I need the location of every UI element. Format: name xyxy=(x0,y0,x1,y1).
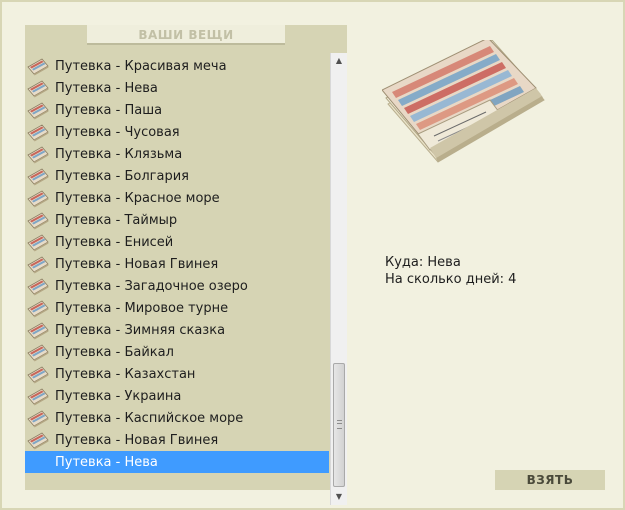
ticket-icon xyxy=(27,432,49,450)
inventory-scrollbar[interactable]: ▲ ▼ xyxy=(330,53,347,505)
list-item-label: Путевка - Таймыр xyxy=(55,212,178,228)
list-item-label: Путевка - Байкал xyxy=(55,344,174,360)
ticket-icon xyxy=(27,344,49,362)
list-item-label: Путевка - Казахстан xyxy=(55,366,196,382)
list-item[interactable]: Путевка - Красивая меча xyxy=(25,55,329,77)
list-item[interactable]: Путевка - Новая Гвинея xyxy=(25,429,329,451)
list-item-label: Путевка - Новая Гвинея xyxy=(55,256,219,272)
list-item-label: Путевка - Красивая меча xyxy=(55,58,227,74)
list-item-label: Путевка - Паша xyxy=(55,102,163,118)
list-item[interactable]: Путевка - Таймыр xyxy=(25,209,329,231)
destination-label: Куда: Нева xyxy=(385,255,461,270)
ticket-icon xyxy=(27,146,49,164)
list-item[interactable]: Путевка - Каспийское море xyxy=(25,407,329,429)
list-item-label: Путевка - Каспийское море xyxy=(55,410,244,426)
list-item[interactable]: Путевка - Нева xyxy=(25,77,329,99)
scroll-thumb[interactable] xyxy=(333,363,345,487)
list-item-label: Путевка - Новая Гвинея xyxy=(55,432,219,448)
list-item[interactable]: Путевка - Новая Гвинея xyxy=(25,253,329,275)
list-item-label: Путевка - Нева xyxy=(55,80,158,96)
inventory-header: ВАШИ ВЕЩИ xyxy=(87,25,285,45)
inventory-list: Путевка - Красивая меча Путевка - Нева Пут… xyxy=(25,55,329,474)
ticket-icon xyxy=(27,80,49,98)
list-item-label: Путевка - Нева xyxy=(55,454,158,470)
take-button[interactable]: ВЗЯТЬ xyxy=(495,470,605,490)
list-item[interactable]: Путевка - Казахстан xyxy=(25,363,329,385)
list-item[interactable]: Путевка - Зимняя сказка xyxy=(25,319,329,341)
list-item[interactable]: Путевка - Нева xyxy=(25,451,329,473)
list-item-label: Путевка - Чусовая xyxy=(55,124,180,140)
list-item[interactable]: Путевка - Загадочное озеро xyxy=(25,275,329,297)
list-item-label: Путевка - Зимняя сказка xyxy=(55,322,226,338)
scroll-down-arrow-icon[interactable]: ▼ xyxy=(331,489,347,505)
ticket-icon xyxy=(27,388,49,406)
inventory-panel: ВАШИ ВЕЩИ Путевка - Красивая меча Путевка… xyxy=(25,25,347,505)
list-item-label: Путевка - Красное море xyxy=(55,190,220,206)
list-item[interactable]: Путевка - Байкал xyxy=(25,341,329,363)
list-item[interactable]: Путевка - Красное море xyxy=(25,187,329,209)
list-item[interactable]: Путевка - Клязьма xyxy=(25,143,329,165)
ticket-icon xyxy=(27,410,49,428)
list-item[interactable]: Путевка - Енисей xyxy=(25,231,329,253)
list-item-label: Путевка - Болгария xyxy=(55,168,189,184)
ticket-icon xyxy=(27,168,49,186)
ticket-icon xyxy=(27,366,49,384)
list-item-label: Путевка - Загадочное озеро xyxy=(55,278,248,294)
ticket-icon xyxy=(27,322,49,340)
list-item[interactable]: Путевка - Паша xyxy=(25,99,329,121)
ticket-icon xyxy=(27,102,49,120)
list-item-label: Путевка - Клязьма xyxy=(55,146,183,162)
ticket-icon xyxy=(27,190,49,208)
ticket-bundle-image xyxy=(382,40,545,163)
scroll-up-arrow-icon[interactable]: ▲ xyxy=(331,53,347,69)
ticket-icon xyxy=(27,234,49,252)
list-item-label: Путевка - Украина xyxy=(55,388,182,404)
list-item[interactable]: Путевка - Украина xyxy=(25,385,329,407)
ticket-icon xyxy=(27,278,49,296)
days-label: На сколько дней: 4 xyxy=(385,272,517,287)
inventory-window: ВАШИ ВЕЩИ Путевка - Красивая меча Путевка… xyxy=(0,0,625,510)
ticket-icon xyxy=(27,212,49,230)
item-details: Куда: Нева На сколько дней: 4 xyxy=(385,254,516,288)
list-item-label: Путевка - Енисей xyxy=(55,234,174,250)
list-item-label: Путевка - Мировое турне xyxy=(55,300,229,316)
list-item[interactable]: Путевка - Мировое турне xyxy=(25,297,329,319)
ticket-icon xyxy=(27,300,49,318)
ticket-icon xyxy=(27,124,49,142)
ticket-icon xyxy=(27,256,49,274)
grip-icon xyxy=(337,420,342,429)
list-item[interactable]: Путевка - Чусовая xyxy=(25,121,329,143)
ticket-icon xyxy=(27,58,49,76)
list-item[interactable]: Путевка - Болгария xyxy=(25,165,329,187)
